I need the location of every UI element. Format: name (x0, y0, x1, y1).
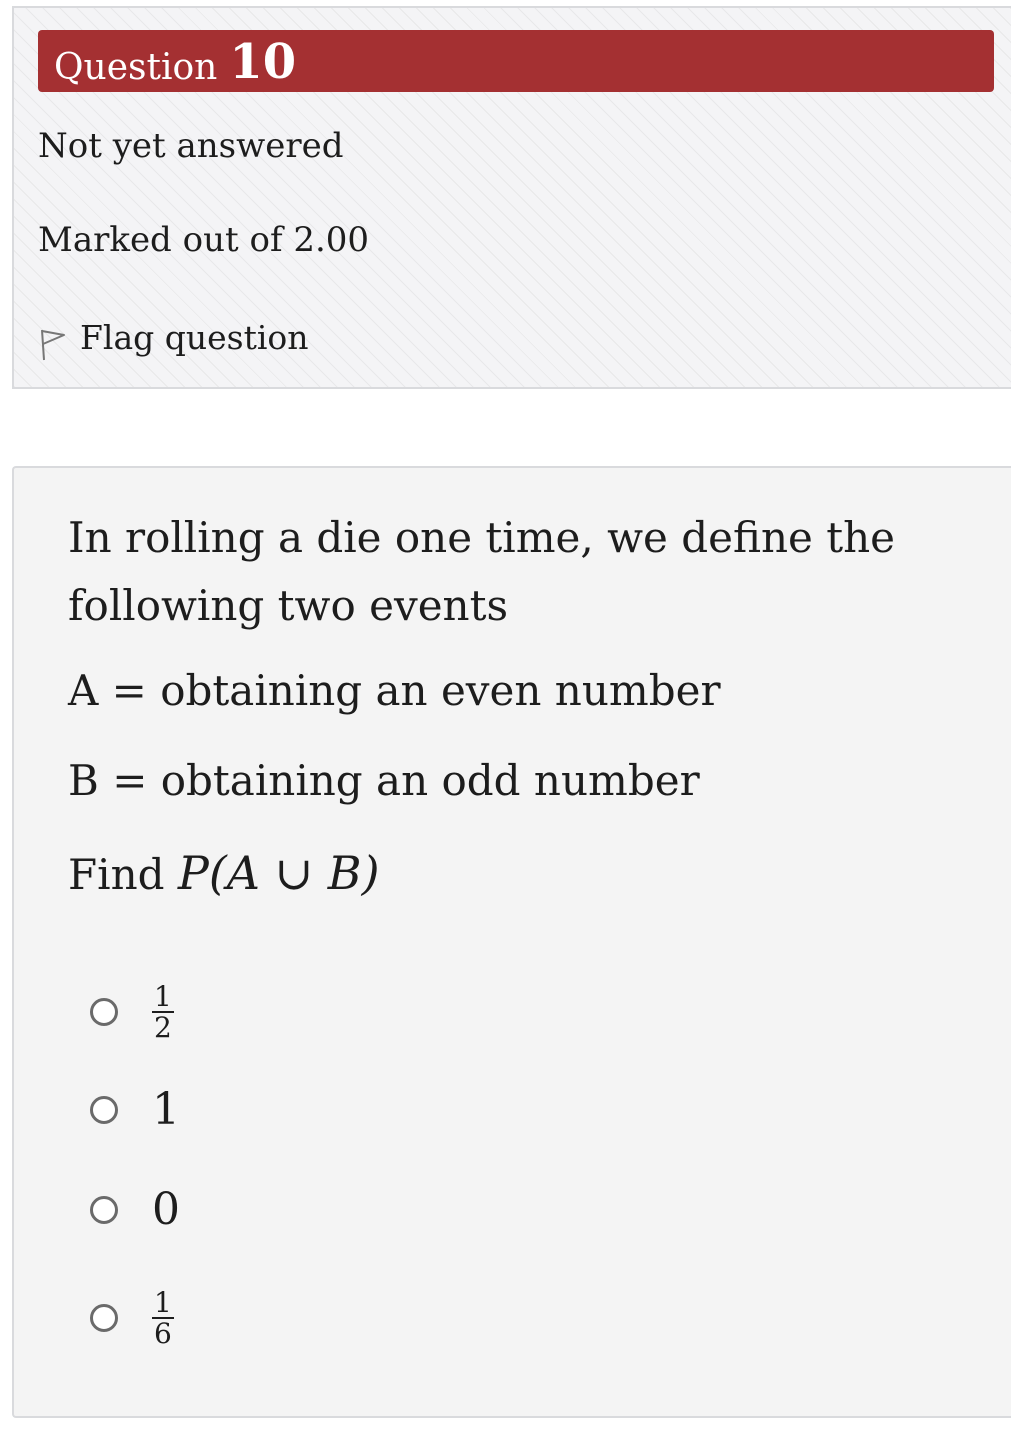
option-label: 0 (152, 1184, 180, 1235)
answer-option-3[interactable]: 0 (90, 1184, 180, 1235)
event-a-text: A = obtaining an even number (68, 666, 721, 715)
question-text: In rolling a die one time, we define the… (68, 513, 896, 630)
probability-expression: P(A ∪ B) (177, 846, 380, 900)
flag-icon (41, 329, 65, 361)
fraction-one-sixth: 1 6 (152, 1286, 174, 1351)
find-prefix: Find (68, 850, 178, 899)
event-b-text: B = obtaining an odd number (68, 756, 700, 805)
question-label: Question (54, 47, 218, 88)
answer-option-2[interactable]: 1 (90, 1084, 180, 1135)
answer-option-4[interactable]: 1 6 (90, 1288, 174, 1349)
question-info-panel: Question 10 Not yet answered Marked out … (12, 6, 1011, 389)
question-number: 10 (229, 34, 297, 90)
radio-button[interactable] (90, 998, 118, 1027)
question-header: Question 10 (38, 30, 994, 92)
radio-button[interactable] (90, 1095, 118, 1124)
flag-question-label: Flag question (80, 317, 309, 357)
flag-question-link[interactable]: Flag question (38, 312, 309, 362)
option-label: 1 (152, 1084, 180, 1135)
radio-button[interactable] (90, 1304, 118, 1333)
find-prompt: Find P(A ∪ B) (68, 846, 380, 900)
question-state: Not yet answered (38, 126, 344, 166)
fraction-one-half: 1 2 (152, 980, 174, 1045)
question-grade: Marked out of 2.00 (38, 220, 370, 260)
question-content: In rolling a die one time, we define the… (12, 466, 1011, 1418)
answer-option-1[interactable]: 1 2 (90, 982, 174, 1043)
radio-button[interactable] (90, 1195, 118, 1224)
